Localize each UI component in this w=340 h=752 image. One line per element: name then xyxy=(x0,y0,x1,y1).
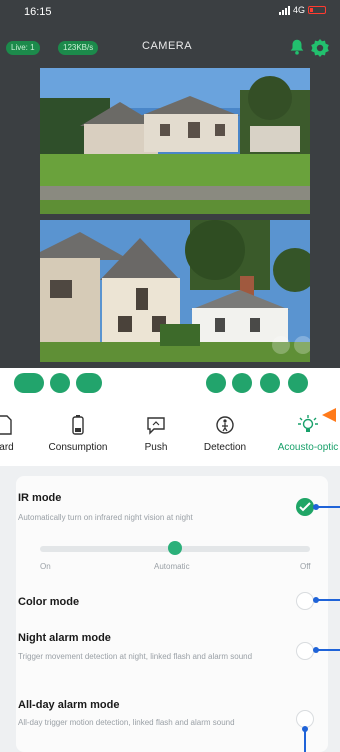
tab-push[interactable]: Push xyxy=(132,400,180,462)
snapshot-button[interactable] xyxy=(50,373,70,393)
battery-status-icon xyxy=(308,6,326,14)
color-mode-title: Color mode xyxy=(18,596,80,608)
tab-detection[interactable]: Detection xyxy=(196,400,254,462)
status-indicators: 4G xyxy=(278,5,326,15)
night-alarm-checkbox[interactable] xyxy=(296,642,314,660)
night-alarm-description: Trigger movement detection at night, lin… xyxy=(18,652,253,661)
callout-line xyxy=(316,506,340,508)
signal-icon xyxy=(278,5,290,15)
night-alarm-title: Night alarm mode xyxy=(18,632,111,644)
status-time: 16:15 xyxy=(24,6,52,18)
ir-mode-description: Automatically turn on infrared night vis… xyxy=(18,513,193,522)
slider-label-off: Off xyxy=(300,562,311,571)
video-feed-1-image xyxy=(40,68,310,214)
talk-button[interactable] xyxy=(76,373,102,393)
video-feed-1[interactable] xyxy=(40,68,310,214)
sd-card-icon xyxy=(0,415,12,435)
gear-icon[interactable] xyxy=(310,38,330,58)
more-button[interactable] xyxy=(288,373,308,393)
ir-mode-checkbox[interactable] xyxy=(296,498,314,516)
fullscreen-icon[interactable] xyxy=(294,336,310,354)
video-feed-2[interactable] xyxy=(40,220,310,362)
ir-mode-title: IR mode xyxy=(18,492,62,504)
allday-alarm-description: All-day trigger motion detection, linked… xyxy=(18,718,235,727)
settings-tabs: card Consumption Push Detection Acousto-… xyxy=(0,400,340,462)
control-bar xyxy=(0,368,340,398)
callout-dot xyxy=(313,504,319,510)
callout-dot xyxy=(313,647,319,653)
network-label: 4G xyxy=(292,5,305,15)
record-toggle-button[interactable] xyxy=(14,373,44,393)
status-bar: 16:15 4G xyxy=(0,0,340,22)
camera-area: 16:15 4G Live: 1 123KB/s CAMERA xyxy=(0,0,340,368)
detection-icon xyxy=(216,416,234,434)
callout-dot xyxy=(313,597,319,603)
speed-badge: 123KB/s xyxy=(58,41,99,55)
live-badge: Live: 1 xyxy=(6,41,40,55)
message-icon xyxy=(147,417,165,435)
allday-alarm-title: All-day alarm mode xyxy=(18,699,120,711)
play-button[interactable] xyxy=(232,373,252,393)
rotate-icon[interactable] xyxy=(272,336,290,354)
callout-line xyxy=(316,599,340,601)
callout-arrow-icon xyxy=(322,408,336,422)
battery-icon xyxy=(72,415,84,435)
camera-title: CAMERA xyxy=(142,40,193,52)
slider-label-automatic: Automatic xyxy=(154,562,190,571)
bell-icon[interactable] xyxy=(288,38,306,56)
checkmark-icon xyxy=(299,502,311,512)
tab-consumption[interactable]: Consumption xyxy=(42,400,114,462)
ir-mode-slider-thumb[interactable] xyxy=(168,541,182,555)
light-bulb-icon xyxy=(298,415,318,432)
slider-label-on: On xyxy=(40,562,51,571)
video-feed-2-image xyxy=(40,220,310,362)
camera-header: Live: 1 123KB/s CAMERA xyxy=(0,38,340,58)
callout-dot xyxy=(302,726,308,732)
tab-label: Acousto-optic xyxy=(277,442,339,453)
tab-label: Push xyxy=(144,442,168,453)
voice-button[interactable] xyxy=(206,373,226,393)
mute-button[interactable] xyxy=(260,373,280,393)
tab-label: Detection xyxy=(203,442,247,453)
tab-label: card xyxy=(0,442,14,453)
tab-card[interactable]: card xyxy=(0,400,24,462)
tab-label: Consumption xyxy=(48,442,108,453)
color-mode-checkbox[interactable] xyxy=(296,592,314,610)
callout-line xyxy=(316,649,340,651)
